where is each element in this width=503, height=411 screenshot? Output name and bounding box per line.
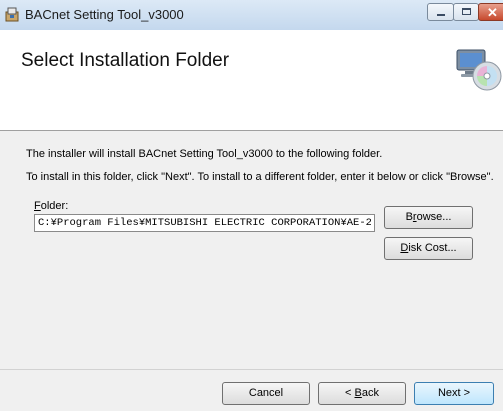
browse-label-post: owse...	[416, 211, 452, 223]
back-mnemonic: B	[354, 387, 362, 399]
footer-divider	[0, 369, 503, 370]
back-label-pre: <	[345, 387, 355, 399]
next-button[interactable]: Next >	[414, 382, 494, 405]
browse-button[interactable]: Browse...	[384, 206, 473, 229]
install-description: The installer will install BACnet Settin…	[26, 148, 383, 160]
header-banner: Select Installation Folder	[0, 30, 503, 131]
back-button[interactable]: < Back	[318, 382, 406, 405]
install-instructions: To install in this folder, click "Next".…	[26, 171, 494, 183]
installer-disc-icon	[456, 49, 502, 91]
minimize-button[interactable]	[427, 3, 454, 21]
close-icon: ✕	[487, 5, 498, 20]
folder-label: Folder:	[34, 200, 68, 212]
title-bar[interactable]: BACnet Setting Tool_v3000 ✕	[0, 0, 503, 31]
maximize-icon	[462, 8, 471, 15]
folder-label-mnemonic: F	[34, 200, 41, 212]
window-title: BACnet Setting Tool_v3000	[25, 7, 184, 22]
disk-cost-label: isk Cost...	[408, 242, 457, 254]
close-button[interactable]: ✕	[478, 3, 503, 21]
minimize-icon	[437, 14, 445, 16]
installer-window: BACnet Setting Tool_v3000 ✕ Select Insta…	[0, 0, 503, 411]
back-label-post: ack	[361, 387, 379, 399]
disk-cost-button[interactable]: Disk Cost...	[384, 237, 473, 260]
installer-app-icon	[5, 7, 19, 22]
page-title: Select Installation Folder	[21, 50, 230, 71]
folder-label-text: older:	[40, 200, 69, 212]
cancel-button[interactable]: Cancel	[222, 382, 310, 405]
maximize-button[interactable]	[453, 3, 479, 21]
folder-path-input[interactable]	[34, 214, 375, 232]
browse-label-pre: B	[405, 211, 413, 223]
